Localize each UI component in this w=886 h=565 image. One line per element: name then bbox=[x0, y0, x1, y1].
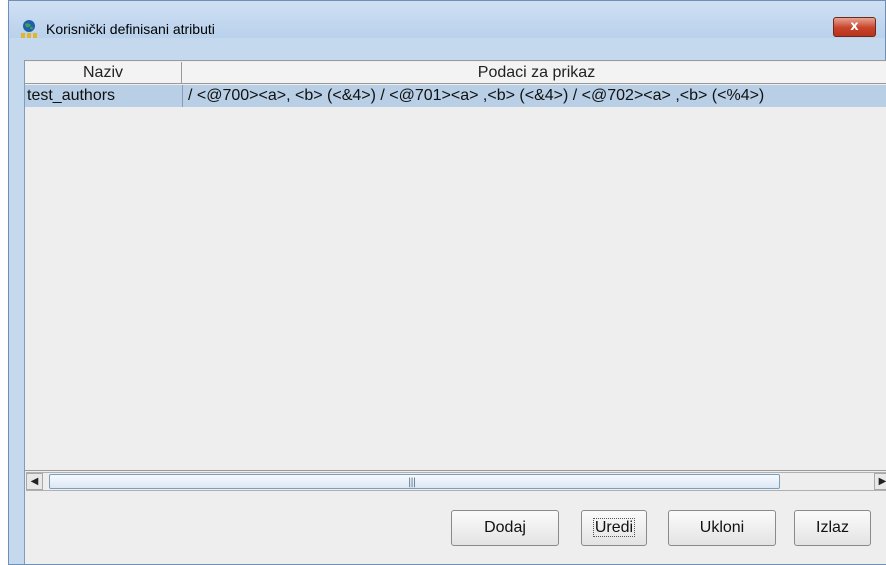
remove-button[interactable]: Ukloni bbox=[668, 510, 776, 546]
column-header-podaci[interactable]: Podaci za prikaz bbox=[182, 62, 886, 83]
table-header: Naziv Podaci za prikaz bbox=[25, 62, 886, 84]
close-icon: x bbox=[850, 19, 859, 34]
window-title: Korisnički definisani atributi bbox=[46, 21, 215, 37]
scroll-right-icon[interactable]: ▶ bbox=[874, 473, 886, 490]
exit-button[interactable]: Izlaz bbox=[794, 510, 871, 546]
title-bar[interactable]: Korisnički definisani atributi x bbox=[9, 1, 885, 38]
dialog-content: Naziv Podaci za prikaz test_authors / <@… bbox=[24, 60, 886, 564]
close-button[interactable]: x bbox=[833, 17, 876, 37]
add-button[interactable]: Dodaj bbox=[451, 510, 559, 546]
grip-icon: ||| bbox=[408, 477, 416, 488]
horizontal-scrollbar[interactable]: ◀ ||| ▶ bbox=[26, 472, 886, 491]
attributes-table: Naziv Podaci za prikaz test_authors / <@… bbox=[25, 60, 886, 471]
column-header-naziv[interactable]: Naziv bbox=[25, 62, 182, 83]
scroll-left-icon[interactable]: ◀ bbox=[26, 473, 43, 490]
cell-naziv[interactable]: test_authors bbox=[27, 85, 180, 107]
cell-podaci[interactable]: / <@700><a>, <b> (<&4>) / <@701><a> ,<b>… bbox=[188, 85, 886, 107]
column-divider bbox=[182, 85, 183, 107]
edit-button[interactable]: Uredi bbox=[581, 510, 647, 546]
edit-button-label: Uredi bbox=[592, 518, 636, 537]
scrollbar-thumb[interactable]: ||| bbox=[49, 474, 780, 489]
app-globe-icon bbox=[21, 20, 37, 38]
dialog-window: Korisnički definisani atributi x Naziv P… bbox=[8, 0, 886, 565]
table-row[interactable]: test_authors / <@700><a>, <b> (<&4>) / <… bbox=[25, 85, 886, 107]
